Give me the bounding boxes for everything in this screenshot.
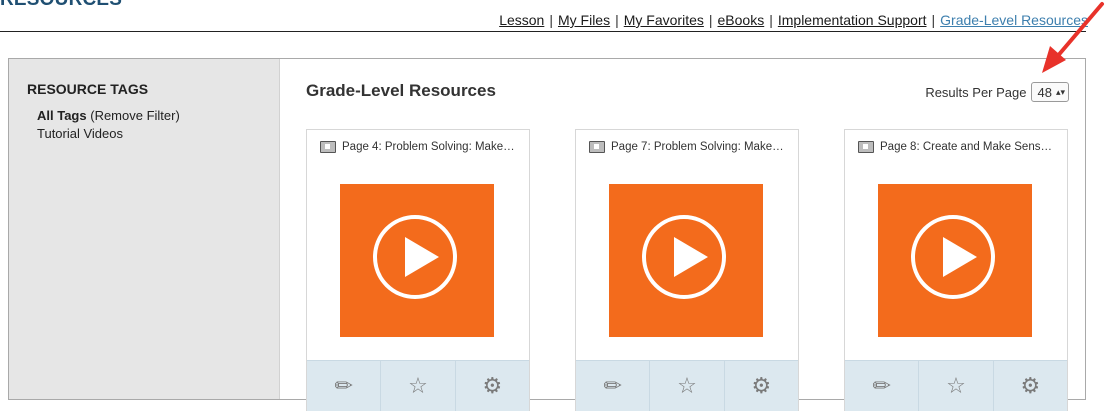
all-tags-row[interactable]: All Tags (Remove Filter) (37, 108, 180, 123)
nav-separator: | (708, 12, 713, 28)
top-navigation: Lesson | My Files | My Favorites | eBooks | Impl… (499, 12, 1088, 28)
nav-link-implementation-support[interactable]: Implementation Support (778, 12, 927, 28)
card-title[interactable]: Page 7: Problem Solving: Make… (589, 141, 784, 153)
star-icon: ☆ (408, 373, 428, 398)
edit-button[interactable]: ✏ (576, 361, 651, 411)
card-title-text[interactable]: Page 4: Problem Solving: Make… (342, 141, 515, 153)
nav-link-my-favorites[interactable]: My Favorites (624, 12, 704, 28)
film-icon (858, 141, 874, 153)
main-title: Grade-Level Resources (306, 81, 496, 100)
card-title[interactable]: Page 8: Create and Make Sens… (858, 141, 1052, 153)
favorite-button[interactable]: ☆ (919, 361, 994, 411)
video-thumbnail[interactable] (609, 184, 763, 337)
resource-tags-title: RESOURCE TAGS (27, 81, 149, 97)
edit-button[interactable]: ✏ (845, 361, 920, 411)
gear-icon: ⚙ (751, 373, 772, 398)
edit-button[interactable]: ✏ (307, 361, 382, 411)
gear-icon: ⚙ (482, 373, 503, 398)
resource-tags-sidebar: RESOURCE TAGS All Tags (Remove Filter) T… (9, 59, 280, 399)
all-tags-label[interactable]: All Tags (37, 108, 87, 123)
settings-button[interactable]: ⚙ (725, 361, 798, 411)
star-icon: ☆ (677, 373, 697, 398)
video-thumbnail[interactable] (340, 184, 494, 337)
header-divider (0, 31, 1086, 32)
nav-separator: | (931, 12, 936, 28)
resource-card[interactable]: Page 4: Problem Solving: Make… ✏ ☆ ⚙ (306, 129, 530, 411)
play-triangle (405, 237, 439, 277)
nav-link-ebooks[interactable]: eBooks (718, 12, 765, 28)
gear-icon: ⚙ (1020, 373, 1041, 398)
pencil-icon: ✏ (334, 373, 353, 398)
pencil-icon: ✏ (872, 373, 891, 398)
video-thumbnail[interactable] (878, 184, 1032, 337)
nav-link-lesson[interactable]: Lesson (499, 12, 544, 28)
settings-button[interactable]: ⚙ (994, 361, 1067, 411)
play-triangle (943, 237, 977, 277)
nav-separator: | (615, 12, 619, 28)
favorite-button[interactable]: ☆ (650, 361, 725, 411)
film-icon (320, 141, 336, 153)
play-icon[interactable] (911, 215, 995, 299)
results-per-page-label: Results Per Page (925, 84, 1027, 100)
tag-tutorial-videos[interactable]: Tutorial Videos (37, 126, 123, 141)
remove-filter-link[interactable]: (Remove Filter) (90, 108, 180, 123)
annotation-arrow-icon (1042, 2, 1104, 73)
play-icon[interactable] (373, 215, 457, 299)
nav-link-my-files[interactable]: My Files (558, 12, 610, 28)
resources-panel: RESOURCE TAGS All Tags (Remove Filter) T… (8, 58, 1086, 411)
nav-separator: | (769, 12, 773, 28)
page-heading: RESOURCES (0, 0, 122, 11)
pencil-icon: ✏ (603, 373, 622, 398)
favorite-button[interactable]: ☆ (381, 361, 456, 411)
settings-button[interactable]: ⚙ (456, 361, 529, 411)
card-toolbar: ✏ ☆ ⚙ (576, 360, 798, 411)
card-toolbar: ✏ ☆ ⚙ (845, 360, 1067, 411)
film-icon (589, 141, 605, 153)
nav-separator: | (549, 12, 553, 28)
card-title-text[interactable]: Page 7: Problem Solving: Make… (611, 141, 784, 153)
resource-card[interactable]: Page 7: Problem Solving: Make… ✏ ☆ ⚙ (575, 129, 799, 411)
resource-card[interactable]: Page 8: Create and Make Sens… ✏ ☆ ⚙ (844, 129, 1068, 411)
play-triangle (674, 237, 708, 277)
card-title[interactable]: Page 4: Problem Solving: Make… (320, 141, 515, 153)
star-icon: ☆ (946, 373, 966, 398)
play-icon[interactable] (642, 215, 726, 299)
card-toolbar: ✏ ☆ ⚙ (307, 360, 529, 411)
card-title-text[interactable]: Page 8: Create and Make Sens… (880, 141, 1052, 153)
